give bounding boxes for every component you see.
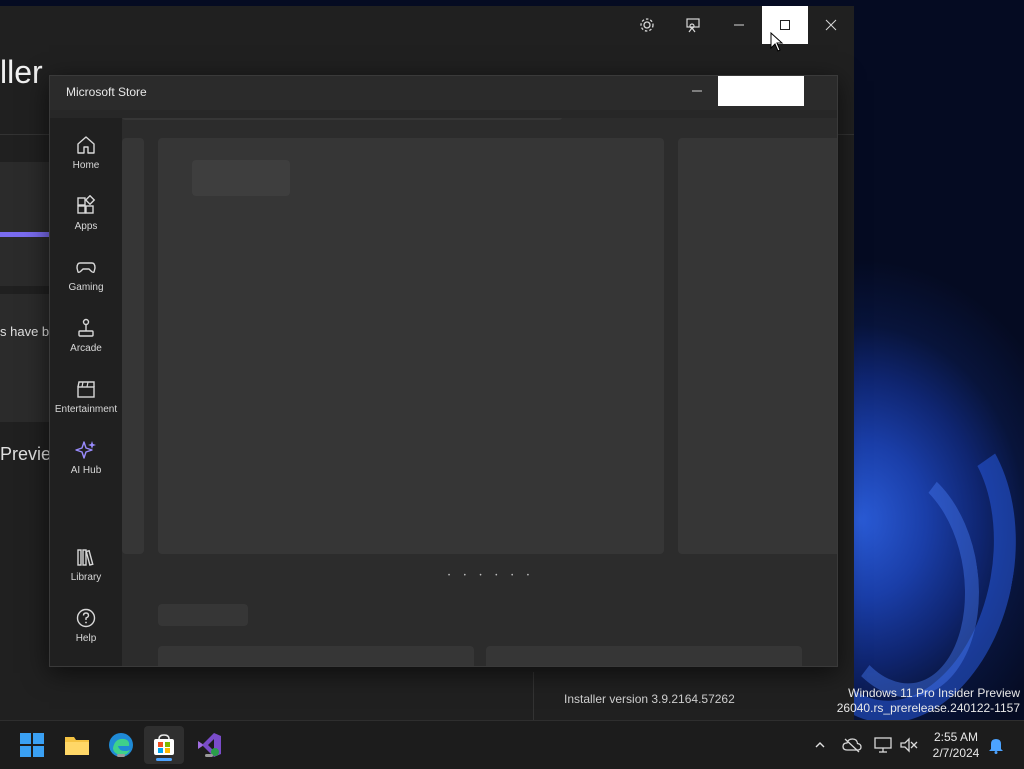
nav-item-apps[interactable]: Apps (50, 195, 122, 251)
close-icon (825, 19, 837, 31)
system-clock[interactable]: 2:55 AM 2/7/2024 (928, 729, 984, 761)
nav-item-arcade[interactable]: Arcade (50, 317, 122, 373)
clock-date: 2/7/2024 (932, 746, 980, 760)
os-watermark-line2: 26040.rs_prerelease.240122-1157 (836, 701, 1020, 715)
clock-time: 2:55 AM (933, 730, 979, 744)
minimize-icon (734, 24, 744, 26)
taskbar-edge[interactable] (106, 730, 136, 760)
nav-item-entertainment[interactable]: Entertainment (50, 378, 122, 434)
skeleton-search-bar (122, 118, 562, 120)
skeleton-hero-badge (192, 160, 290, 196)
installer-titlebar (0, 6, 854, 44)
skeleton-hero-next (678, 138, 837, 554)
nav-item-gaming[interactable]: Gaming (50, 256, 122, 312)
close-button[interactable] (808, 6, 854, 44)
nav-item-library[interactable]: Library (50, 546, 122, 602)
store-content-loading: • • • • • • (122, 118, 837, 666)
nav-label: AI Hub (70, 465, 102, 476)
maximize-icon (780, 20, 790, 30)
taskbar-file-explorer[interactable] (62, 730, 92, 760)
joystick-icon (78, 318, 94, 337)
nav-item-help[interactable]: Help (50, 607, 122, 663)
skeleton-tile (486, 646, 802, 666)
minimize-icon (692, 90, 702, 92)
notification-button[interactable] (986, 735, 1006, 755)
running-indicator (117, 754, 125, 757)
skeleton-hero-card[interactable] (158, 138, 664, 554)
start-icon (20, 733, 44, 757)
store-window-title: Microsoft Store (66, 85, 147, 99)
nav-label: Library (70, 572, 102, 583)
microsoft-store-window: Microsoft Store Home Apps Gaming Arcade … (49, 75, 838, 667)
apps-icon (77, 195, 96, 214)
library-icon (77, 549, 94, 566)
home-icon (77, 136, 95, 154)
store-sidebar: Home Apps Gaming Arcade Entertainment AI… (50, 118, 122, 666)
file-explorer-icon (65, 737, 89, 755)
sparkle-icon (75, 441, 96, 459)
store-maximize-button[interactable] (718, 76, 804, 106)
gamepad-icon (76, 262, 96, 274)
tray-onedrive[interactable] (842, 735, 862, 755)
volume-muted-icon (900, 737, 918, 753)
progress-bar (0, 232, 50, 237)
skeleton-section-title (158, 604, 248, 626)
skeleton-tile (158, 646, 474, 666)
tray-volume[interactable] (899, 735, 919, 755)
minimize-button[interactable] (716, 6, 762, 44)
installer-heading: ller (0, 54, 43, 90)
cloud-offline-icon (842, 738, 862, 753)
tray-network[interactable] (873, 735, 893, 755)
nav-label: Apps (74, 221, 98, 232)
feedback-button[interactable] (670, 6, 716, 44)
skeleton-hero-prev (122, 138, 144, 554)
help-icon (76, 608, 96, 628)
installer-version: Installer version 3.9.2164.57262 (564, 692, 735, 706)
nav-label: Gaming (68, 282, 104, 293)
active-indicator (156, 758, 172, 761)
running-indicator (205, 754, 213, 757)
nav-label: Home (72, 160, 100, 171)
bell-icon (989, 739, 1003, 754)
nav-label: Arcade (70, 343, 102, 354)
network-icon (874, 737, 892, 753)
taskbar-visual-studio[interactable] (194, 730, 224, 760)
nav-item-home[interactable]: Home (50, 134, 122, 190)
carousel-dots[interactable]: • • • • • • (448, 573, 535, 579)
tray-overflow-button[interactable] (810, 735, 830, 755)
clapperboard-icon (77, 381, 95, 398)
feedback-icon (686, 18, 700, 33)
installer-preview-label: Previe (0, 444, 52, 464)
taskbar-store[interactable] (144, 726, 184, 764)
nav-label: Entertainment (54, 404, 118, 415)
taskbar: 2:55 AM 2/7/2024 (0, 720, 1024, 769)
store-minimize-button[interactable] (674, 76, 720, 106)
maximize-button[interactable] (762, 6, 808, 44)
mouse-cursor-icon (770, 32, 784, 52)
chevron-up-icon (815, 742, 825, 748)
store-icon (154, 734, 174, 755)
nav-label: Help (75, 633, 97, 644)
gear-icon (640, 18, 654, 32)
nav-item-ai-hub[interactable]: AI Hub (50, 439, 122, 495)
os-watermark-line1: Windows 11 Pro Insider Preview (848, 686, 1020, 700)
store-titlebar[interactable]: Microsoft Store (50, 76, 837, 110)
start-button[interactable] (17, 730, 47, 760)
settings-button[interactable] (624, 6, 670, 44)
